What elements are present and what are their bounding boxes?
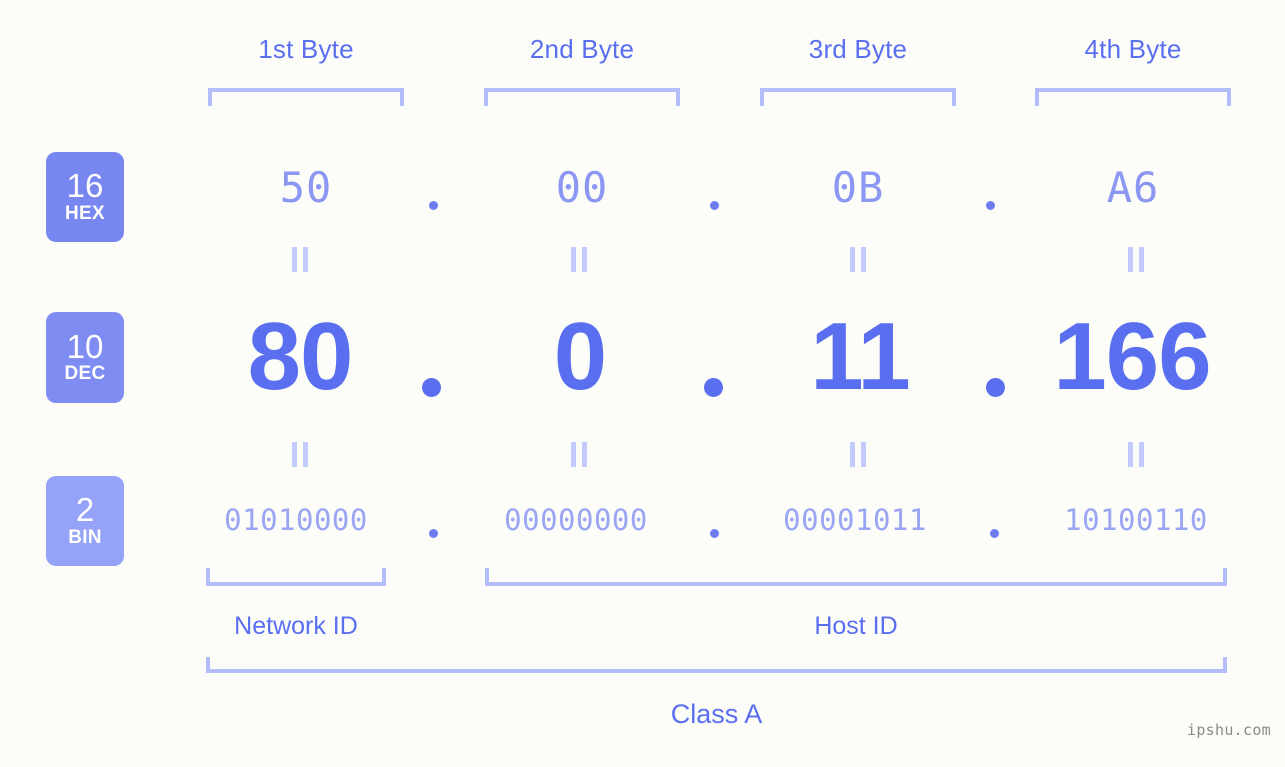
byte-header-label-1: 1st Byte: [258, 34, 354, 64]
radix-badge-bin-number: 2: [75, 491, 95, 529]
bin-byte-1: 01010000: [224, 503, 368, 537]
radix-badge-hex-system: HEX: [65, 202, 105, 224]
site-watermark: ipshu.com: [1187, 721, 1271, 739]
equals-mark-dec-bin-4: [1128, 442, 1145, 467]
bin-separator-dot-1: [429, 529, 438, 538]
dec-byte-1: 80: [247, 303, 354, 410]
radix-badge-dec: 10 DEC: [46, 312, 124, 403]
ip-address-breakdown-diagram: 1st Byte 2nd Byte 3rd Byte 4th Byte 16 H…: [0, 0, 1285, 767]
bin-separator-dot-2: [710, 529, 719, 538]
hex-separator-dot-3: [986, 201, 995, 210]
byte-header-label-2: 2nd Byte: [529, 34, 635, 64]
radix-badge-bin-system: BIN: [68, 526, 102, 548]
dec-byte-4: 166: [1053, 303, 1211, 410]
radix-badge-dec-number: 10: [66, 327, 104, 365]
equals-mark-hex-dec-3: [850, 247, 867, 272]
hex-separator-dot-1: [429, 201, 438, 210]
equals-mark-dec-bin-2: [571, 442, 588, 467]
bin-byte-2: 00000000: [504, 503, 648, 537]
dec-separator-dot-2: [704, 378, 723, 397]
radix-badge-dec-system: DEC: [64, 363, 106, 385]
hex-separator-dot-2: [710, 201, 719, 210]
host-id-label: Host ID: [814, 612, 898, 640]
dec-byte-2: 0: [553, 303, 607, 410]
class-label: Class A: [670, 699, 763, 729]
network-id-label: Network ID: [234, 612, 358, 640]
equals-mark-dec-bin-3: [850, 442, 867, 467]
equals-mark-hex-dec-4: [1128, 247, 1145, 272]
network-id-bracket: [206, 568, 386, 586]
byte-header-label-3: 3rd Byte: [808, 34, 908, 64]
hex-byte-2: 00: [555, 163, 609, 212]
bin-separator-dot-3: [990, 529, 999, 538]
byte-bracket-1: [208, 88, 404, 106]
equals-mark-hex-dec-2: [571, 247, 588, 272]
byte-bracket-2: [484, 88, 680, 106]
host-id-bracket: [485, 568, 1227, 586]
bin-byte-4: 10100110: [1064, 503, 1208, 537]
equals-mark-hex-dec-1: [292, 247, 309, 272]
dec-byte-3: 11: [810, 303, 910, 410]
byte-header-label-4: 4th Byte: [1084, 34, 1182, 64]
hex-byte-3: 0B: [831, 163, 885, 212]
radix-badge-hex: 16 HEX: [46, 152, 124, 242]
radix-badge-hex-number: 16: [66, 167, 104, 205]
byte-bracket-3: [760, 88, 956, 106]
bin-byte-3: 00001011: [783, 503, 927, 537]
hex-byte-4: A6: [1106, 163, 1160, 212]
dec-separator-dot-1: [422, 378, 441, 397]
byte-bracket-4: [1035, 88, 1231, 106]
equals-mark-dec-bin-1: [292, 442, 309, 467]
dec-separator-dot-3: [986, 378, 1005, 397]
radix-badge-bin: 2 BIN: [46, 476, 124, 566]
hex-byte-1: 50: [279, 163, 333, 212]
class-bracket: [206, 657, 1227, 673]
